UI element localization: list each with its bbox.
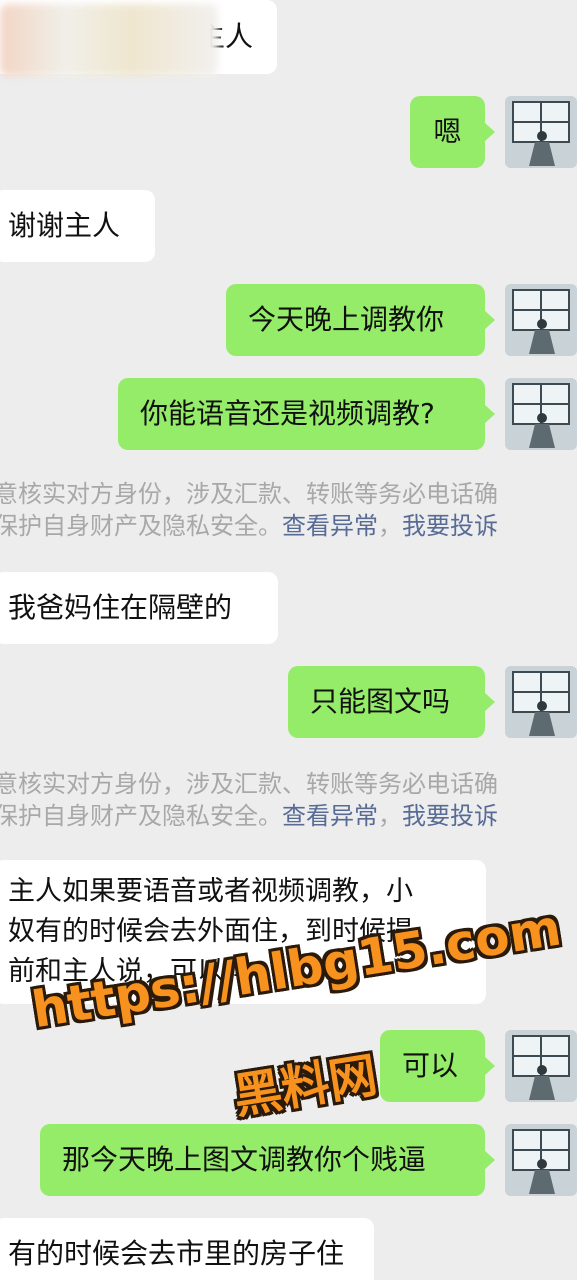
blurred-region	[0, 4, 218, 76]
watermark-name: 黑料网	[229, 1047, 381, 1126]
chat-screen: 主人 嗯 谢谢主人 今天晚上调教你 你能语音还是视频调教? 意核实对方身份，涉及…	[0, 0, 577, 1280]
message-bubble-received[interactable]: 谢谢主人	[0, 190, 155, 262]
message-bubble-sent[interactable]: 你能语音还是视频调教?	[118, 378, 495, 450]
security-notice: 意核实对方身份，涉及汇款、转账等务必电话确 保护自身财产及隐私安全。查看异常，我…	[0, 478, 577, 542]
message-bubble-sent[interactable]: 今天晚上调教你	[226, 284, 495, 356]
message-bubble-sent[interactable]: 嗯	[410, 96, 495, 168]
message-text: 只能图文吗	[310, 685, 451, 718]
notice-text: 保护自身财产及隐私安全。	[0, 802, 282, 830]
message-text: 那今天晚上图文调教你个贱逼	[62, 1143, 427, 1176]
notice-line: 意核实对方身份，涉及汇款、转账等务必电话确	[0, 480, 498, 508]
user-avatar[interactable]	[505, 666, 577, 738]
message-bubble-sent[interactable]: 只能图文吗	[288, 666, 495, 738]
message-line: 奴有的时候会去外面住，到时候提	[8, 916, 413, 947]
message-text: 可以	[402, 1049, 459, 1082]
view-exception-link[interactable]: 查看异常	[282, 512, 378, 540]
message-text: 谢谢主人	[8, 209, 121, 242]
user-avatar[interactable]	[505, 1030, 577, 1102]
user-avatar[interactable]	[505, 378, 577, 450]
notice-separator: ，	[378, 512, 402, 540]
message-text: 你能语音还是视频调教?	[140, 397, 435, 430]
notice-line: 保护自身财产及隐私安全。查看异常，我要投诉	[0, 800, 577, 832]
message-line: 主人如果要语音或者视频调教，小	[8, 876, 413, 907]
avatar-window-icon	[505, 666, 577, 738]
report-link[interactable]: 我要投诉	[402, 802, 498, 830]
avatar-window-icon	[505, 96, 577, 168]
avatar-window-icon	[505, 1124, 577, 1196]
user-avatar[interactable]	[505, 96, 577, 168]
user-avatar[interactable]	[505, 284, 577, 356]
message-text: 今天晚上调教你	[248, 303, 445, 336]
avatar-window-icon	[505, 1030, 577, 1102]
view-exception-link[interactable]: 查看异常	[282, 802, 378, 830]
message-text: 我爸妈住在隔壁的	[8, 591, 233, 624]
notice-line: 意核实对方身份，涉及汇款、转账等务必电话确	[0, 770, 498, 798]
avatar-window-icon	[505, 284, 577, 356]
notice-separator: ，	[378, 802, 402, 830]
user-avatar[interactable]	[505, 1124, 577, 1196]
message-bubble-received[interactable]: 我爸妈住在隔壁的	[0, 572, 278, 644]
message-bubble-sent[interactable]: 可以	[380, 1030, 495, 1102]
message-line: 前和主人说，可以吗	[8, 956, 251, 987]
message-bubble-received[interactable]: 主人如果要语音或者视频调教，小 奴有的时候会去外面住，到时候提 前和主人说，可以…	[0, 860, 486, 1004]
message-text: 有的时候会去市里的房子住	[8, 1237, 345, 1270]
notice-line: 保护自身财产及隐私安全。查看异常，我要投诉	[0, 510, 577, 542]
message-bubble-received[interactable]: 有的时候会去市里的房子住	[0, 1218, 374, 1280]
report-link[interactable]: 我要投诉	[402, 512, 498, 540]
security-notice: 意核实对方身份，涉及汇款、转账等务必电话确 保护自身财产及隐私安全。查看异常，我…	[0, 768, 577, 832]
message-text: 嗯	[433, 115, 462, 148]
notice-text: 保护自身财产及隐私安全。	[0, 512, 282, 540]
avatar-window-icon	[505, 378, 577, 450]
message-bubble-sent[interactable]: 那今天晚上图文调教你个贱逼	[40, 1124, 495, 1196]
